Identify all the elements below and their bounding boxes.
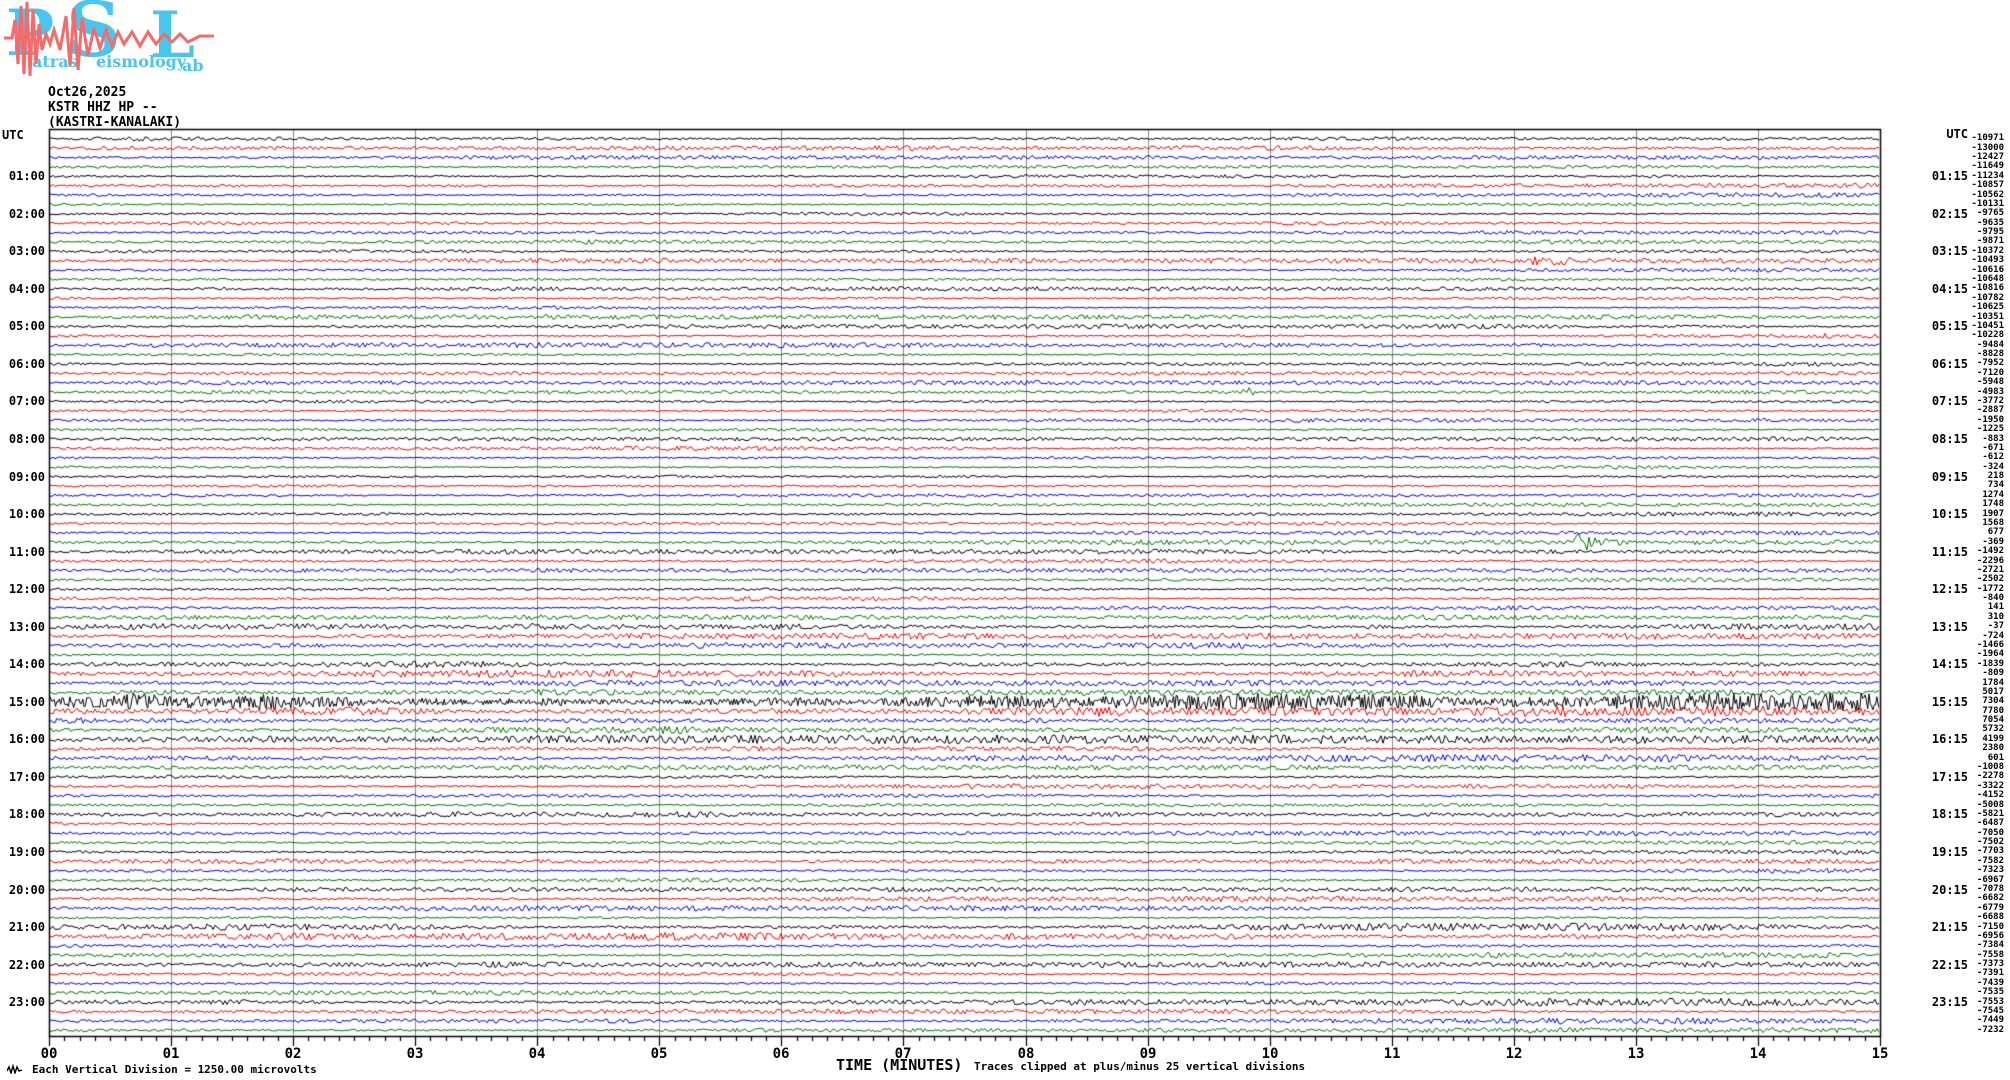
left-time-label: 16:00: [8, 732, 45, 746]
x-tick-label: 14: [1749, 1046, 1767, 1062]
trace-value: -10971: [1971, 133, 2004, 143]
x-tick-label: 02: [284, 1046, 302, 1062]
trace-value: -7703: [1976, 846, 2004, 856]
trace-value: -37: [1987, 621, 2004, 631]
x-tick-label: 11: [1383, 1046, 1401, 1062]
x-tick-label: 06: [772, 1046, 790, 1062]
left-time-label: 20:00: [8, 883, 45, 897]
trace-value: -2278: [1976, 771, 2004, 781]
x-tick-label: 09: [1139, 1046, 1157, 1062]
trace-value: 734: [1987, 480, 2004, 490]
left-time-label: 23:00: [8, 995, 45, 1009]
trace-value: -7232: [1976, 1025, 2004, 1035]
psl-logo: P atras S eismology L ab: [4, 0, 214, 82]
left-time-label: 02:00: [8, 207, 45, 221]
trace-value: -5948: [1976, 377, 2004, 387]
trace-value: -6688: [1976, 912, 2004, 922]
left-time-label: 04:00: [8, 282, 45, 296]
trace-value: -4152: [1976, 790, 2004, 800]
left-time-label: 11:00: [8, 545, 45, 559]
scale-note: Each Vertical Division = 1250.00 microvo…: [32, 1063, 317, 1076]
x-tick-label: 15: [1871, 1046, 1889, 1062]
left-time-label: 07:00: [8, 394, 45, 408]
trace-value: -7952: [1976, 358, 2004, 368]
x-tick-label: 10: [1261, 1046, 1279, 1062]
trace-value: -10625: [1971, 302, 2004, 312]
trace-value: -1964: [1976, 649, 2004, 659]
trace-value: -6682: [1976, 893, 2004, 903]
left-time-label: 21:00: [8, 920, 45, 934]
left-time-label: 03:00: [8, 244, 45, 258]
left-time-label: 15:00: [8, 695, 45, 709]
trace-value: 2380: [1982, 743, 2004, 753]
trace-value: -10493: [1971, 255, 2004, 265]
trace-value: -10228: [1971, 330, 2004, 340]
trace-value: -7449: [1976, 1015, 2004, 1025]
trace-value: 7304: [1982, 696, 2004, 706]
left-time-label: 12:00: [8, 582, 45, 596]
left-time-label: 09:00: [8, 470, 45, 484]
trace-value: 141: [1987, 602, 2004, 612]
left-time-label: 05:00: [8, 319, 45, 333]
trace-value: -612: [1982, 452, 2004, 462]
header-station: KSTR HHZ HP --: [48, 100, 158, 115]
helicorder-page: { "logo": { "P": "P", "atras": "atras", …: [0, 0, 2010, 1080]
trace-value: -10857: [1971, 180, 2004, 190]
left-time-label: 14:00: [8, 657, 45, 671]
left-time-label: 10:00: [8, 507, 45, 521]
utc-label-left: UTC: [2, 128, 24, 142]
x-tick-label: 04: [528, 1046, 546, 1062]
x-tick-label: 05: [650, 1046, 668, 1062]
x-tick-label: 03: [406, 1046, 424, 1062]
trace-value: -2887: [1976, 405, 2004, 415]
trace-value: -2502: [1976, 574, 2004, 584]
x-tick-label: 13: [1627, 1046, 1645, 1062]
trace-value: -9765: [1976, 208, 2004, 218]
trace-value: -7384: [1976, 940, 2004, 950]
x-axis-title: TIME (MINUTES): [836, 1056, 963, 1074]
left-time-label: 19:00: [8, 845, 45, 859]
left-time-label: 08:00: [8, 432, 45, 446]
mini-seismo-glyph: [7, 1064, 23, 1074]
trace-value: -9871: [1976, 236, 2004, 246]
trace-value: -7535: [1976, 987, 2004, 997]
left-time-label: 06:00: [8, 357, 45, 371]
x-tick-label: 08: [1017, 1046, 1035, 1062]
header-date: Oct26,2025: [48, 85, 127, 100]
left-time-label: 17:00: [8, 770, 45, 784]
logo-word-ab: ab: [182, 56, 204, 75]
trace-value: -1225: [1976, 424, 2004, 434]
trace-value: 677: [1987, 527, 2004, 537]
x-tick-label: 00: [40, 1046, 58, 1062]
trace-value: 1748: [1982, 499, 2004, 509]
x-tick-label: 12: [1505, 1046, 1523, 1062]
left-time-label: 18:00: [8, 807, 45, 821]
left-time-label: 22:00: [8, 958, 45, 972]
left-time-label: 13:00: [8, 620, 45, 634]
trace-value: -7391: [1976, 968, 2004, 978]
trace-value: -11649: [1971, 161, 2004, 171]
left-time-label: 01:00: [8, 169, 45, 183]
trace-value: -7323: [1976, 865, 2004, 875]
x-tick-label: 01: [162, 1046, 180, 1062]
trace-value: -809: [1982, 668, 2004, 678]
clip-note: Traces clipped at plus/minus 25 vertical…: [974, 1060, 1306, 1073]
trace-value: 5732: [1982, 724, 2004, 734]
trace-value: -6487: [1976, 818, 2004, 828]
trace-value: -10816: [1971, 283, 2004, 293]
header-location: (KASTRI-KANALAKI): [48, 115, 182, 130]
seismogram-canvas: [0, 0, 2010, 1080]
trace-value: -1492: [1976, 546, 2004, 556]
